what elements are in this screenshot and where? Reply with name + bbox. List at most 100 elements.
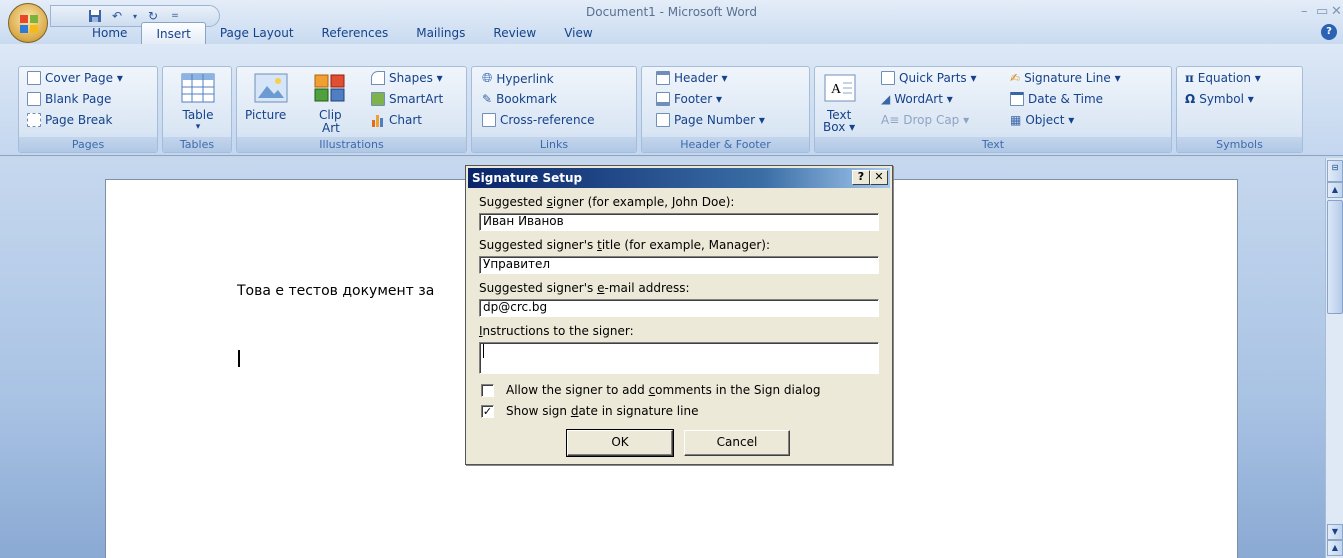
allow-comments-row[interactable]: Allow the signer to add comments in the …: [481, 383, 821, 397]
instructions-caret: [483, 344, 484, 358]
chart-icon: [372, 115, 383, 127]
clip-art-icon: [314, 74, 345, 102]
instructions-input[interactable]: [479, 342, 879, 374]
signer-label: Suggested signer (for example, John Doe)…: [479, 195, 735, 209]
office-button[interactable]: [8, 3, 48, 43]
tab-page-layout[interactable]: Page Layout: [206, 22, 308, 44]
title-bar: ↶ ▾ ↻ = Document1 - Microsoft Word – ▭ ✕…: [0, 0, 1343, 46]
object-button[interactable]: ▦ Object ▾: [1010, 113, 1074, 127]
instructions-label: Instructions to the signer:: [479, 324, 634, 338]
page-break-icon: [27, 113, 41, 127]
equation-button[interactable]: π Equation ▾: [1185, 71, 1261, 85]
allow-comments-label: Allow the signer to add comments in the …: [506, 383, 821, 397]
ruler-toggle-icon[interactable]: ⊟: [1327, 160, 1343, 182]
signer-email-label: Suggested signer's e-mail address:: [479, 281, 690, 295]
dialog-title: Signature Setup: [472, 171, 583, 185]
group-header-footer: Header ▾ Footer ▾ Page Number ▾ Header &…: [641, 66, 810, 153]
show-date-checkbox[interactable]: ✓: [481, 404, 494, 418]
bookmark-button[interactable]: ✎ Bookmark: [482, 92, 557, 106]
equation-icon: π: [1185, 71, 1194, 85]
dialog-close-button[interactable]: ✕: [870, 170, 888, 185]
signer-email-input[interactable]: dp@crc.bg: [479, 299, 879, 317]
tab-references[interactable]: References: [308, 22, 403, 44]
date-time-button[interactable]: Date & Time: [1010, 92, 1103, 106]
group-label-symbols: Symbols: [1177, 137, 1302, 152]
blank-page-button[interactable]: Blank Page: [27, 92, 111, 106]
group-label-illustrations: Illustrations: [237, 137, 466, 152]
signature-line-icon: ✍: [1010, 71, 1021, 85]
drop-cap-button[interactable]: A≡ Drop Cap ▾: [881, 113, 969, 127]
previous-page-icon[interactable]: ▲: [1327, 540, 1343, 556]
window-title: Document1 - Microsoft Word: [585, 5, 758, 19]
smartart-button[interactable]: SmartArt: [371, 92, 443, 106]
signer-title-input[interactable]: Управител: [479, 256, 879, 274]
show-date-label: Show sign date in signature line: [506, 404, 699, 418]
signer-title-label: Suggested signer's title (for example, M…: [479, 238, 770, 252]
shapes-icon: [371, 71, 385, 85]
text-box-icon: A: [824, 74, 856, 102]
blank-page-icon: [27, 92, 41, 106]
group-label-text: Text: [815, 137, 1171, 152]
symbol-icon: Ω: [1185, 92, 1196, 106]
help-icon[interactable]: ?: [1321, 24, 1337, 40]
page-number-button[interactable]: Page Number ▾: [656, 113, 765, 127]
ok-button[interactable]: OK: [566, 429, 674, 457]
signer-input[interactable]: Иван Иванов: [479, 213, 879, 231]
text-cursor: [238, 350, 240, 367]
scroll-thumb[interactable]: [1327, 200, 1343, 314]
close-button[interactable]: ✕: [1331, 4, 1342, 19]
group-label-links: Links: [472, 137, 636, 152]
picture-icon: [254, 73, 288, 103]
date-time-icon: [1010, 92, 1024, 106]
tab-review[interactable]: Review: [479, 22, 550, 44]
svg-text:A: A: [831, 82, 842, 97]
cover-page-icon: [27, 71, 41, 85]
minimize-button[interactable]: –: [1301, 4, 1308, 19]
ribbon-tabs: Home Insert Page Layout References Maili…: [78, 22, 607, 44]
signature-setup-dialog: Signature Setup ? ✕ Suggested signer (fo…: [465, 165, 893, 465]
show-date-row[interactable]: ✓ Show sign date in signature line: [481, 404, 698, 418]
dialog-help-button[interactable]: ?: [852, 170, 870, 185]
page-number-icon: [656, 113, 670, 127]
symbol-button[interactable]: Ω Symbol ▾: [1185, 92, 1254, 106]
bookmark-icon: ✎: [482, 92, 493, 106]
allow-comments-checkbox[interactable]: [481, 383, 494, 397]
group-symbols: π Equation ▾ Ω Symbol ▾ Symbols: [1176, 66, 1303, 153]
vertical-scrollbar[interactable]: ⊟ ▲ ▼ ▲: [1325, 158, 1343, 558]
smartart-icon: [371, 92, 385, 106]
group-label-header-footer: Header & Footer: [642, 137, 809, 152]
tab-view[interactable]: View: [550, 22, 606, 44]
group-links: 🌐︎ Hyperlink ✎ Bookmark Cross-reference Li…: [471, 66, 637, 153]
quick-parts-button[interactable]: Quick Parts ▾: [881, 71, 977, 85]
footer-button[interactable]: Footer ▾: [656, 92, 722, 106]
scroll-down-icon[interactable]: ▼: [1327, 524, 1343, 540]
scroll-up-icon[interactable]: ▲: [1327, 182, 1343, 198]
tab-mailings[interactable]: Mailings: [402, 22, 479, 44]
hyperlink-button[interactable]: 🌐︎ Hyperlink: [482, 71, 554, 86]
group-text: A Text Box ▾ Quick Parts ▾ ◢ WordArt ▾ A≡…: [814, 66, 1172, 153]
signature-line-button[interactable]: ✍ Signature Line ▾: [1010, 71, 1121, 85]
hyperlink-icon: 🌐︎: [482, 71, 493, 86]
cover-page-button[interactable]: Cover Page ▾: [27, 71, 123, 85]
chart-button[interactable]: Chart: [371, 113, 422, 127]
table-icon: [181, 73, 215, 103]
tab-insert[interactable]: Insert: [141, 22, 206, 44]
header-button[interactable]: Header ▾: [656, 71, 728, 85]
dialog-title-bar: Signature Setup ? ✕: [468, 168, 890, 188]
quick-parts-icon: [881, 71, 895, 85]
cancel-button[interactable]: Cancel: [684, 430, 790, 456]
page-break-button[interactable]: Page Break: [27, 113, 112, 127]
restore-button[interactable]: ▭: [1316, 4, 1328, 19]
group-label-tables: Tables: [163, 137, 231, 152]
wordart-button[interactable]: ◢ WordArt ▾: [881, 92, 953, 106]
shapes-button[interactable]: Shapes ▾: [371, 71, 443, 85]
document-text[interactable]: Това е тестов документ за: [237, 283, 434, 299]
group-illustrations: Picture Clip Art Shapes ▾ SmartArt Chart…: [236, 66, 467, 153]
header-icon: [656, 71, 670, 85]
drop-cap-icon: A≡: [881, 113, 900, 127]
tab-home[interactable]: Home: [78, 22, 141, 44]
group-tables: Table ▾ Tables: [162, 66, 232, 153]
office-logo-icon: [20, 15, 38, 33]
cross-reference-button[interactable]: Cross-reference: [482, 113, 595, 127]
wordart-icon: ◢: [881, 92, 891, 106]
